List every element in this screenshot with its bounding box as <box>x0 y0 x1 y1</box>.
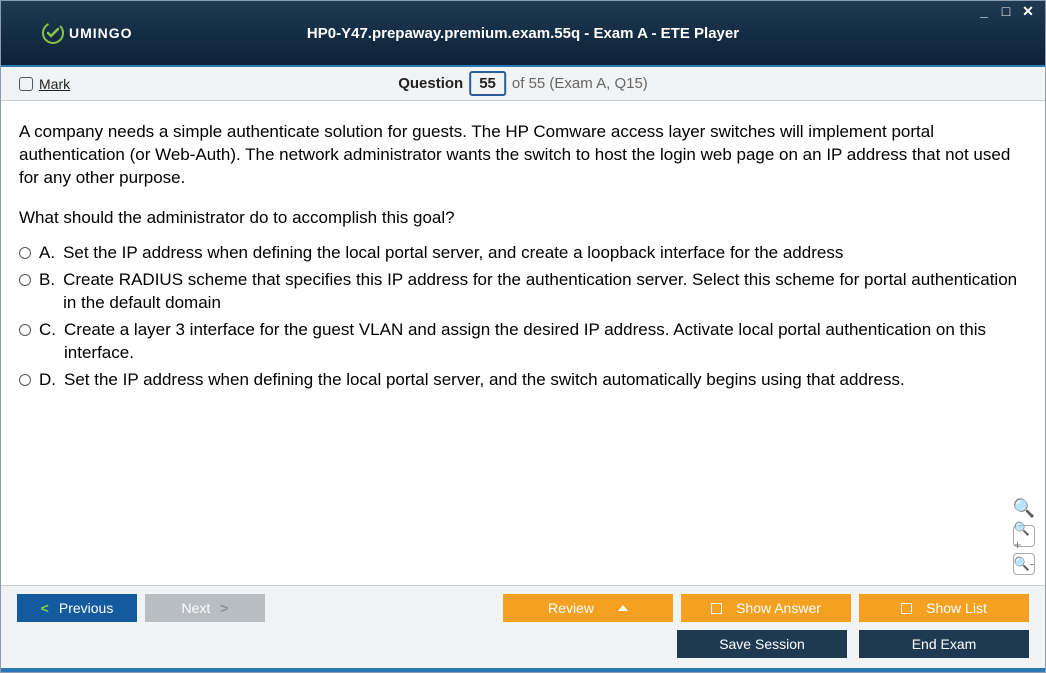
chevron-right-icon: > <box>220 600 228 616</box>
option-letter: A. <box>39 242 55 265</box>
option-text: Create RADIUS scheme that specifies this… <box>63 269 1027 315</box>
title-bar: UMINGO HP0-Y47.prepaway.premium.exam.55q… <box>1 1 1045 67</box>
option-c[interactable]: C. Create a layer 3 interface for the gu… <box>19 319 1027 365</box>
question-number[interactable]: 55 <box>469 71 506 96</box>
options-list: A. Set the IP address when defining the … <box>19 242 1027 392</box>
zoom-in-button[interactable]: 🔍+ <box>1013 525 1035 547</box>
radio-b[interactable] <box>19 274 31 286</box>
show-list-label: Show List <box>926 600 987 616</box>
option-text: Set the IP address when defining the loc… <box>63 242 843 265</box>
zoom-out-button[interactable]: 🔍- <box>1013 553 1035 575</box>
window-controls: _ □ ✕ <box>975 5 1037 19</box>
minimize-button[interactable]: _ <box>975 5 993 19</box>
question-counter: Question 55 of 55 (Exam A, Q15) <box>398 71 648 96</box>
show-answer-label: Show Answer <box>736 600 821 616</box>
previous-button[interactable]: < Previous <box>17 594 137 622</box>
option-letter: B. <box>39 269 55 292</box>
option-text: Create a layer 3 interface for the guest… <box>64 319 1027 365</box>
close-button[interactable]: ✕ <box>1019 5 1037 19</box>
app-window: UMINGO HP0-Y47.prepaway.premium.exam.55q… <box>0 0 1046 673</box>
option-letter: C. <box>39 319 56 342</box>
footer-row-1: < Previous Next > Review Show Answer Sho… <box>17 594 1029 622</box>
logo-text: UMINGO <box>69 25 133 41</box>
radio-a[interactable] <box>19 247 31 259</box>
end-exam-button[interactable]: End Exam <box>859 630 1029 658</box>
question-stem: A company needs a simple authenticate so… <box>19 121 1027 190</box>
maximize-button[interactable]: □ <box>997 5 1015 19</box>
show-list-button[interactable]: Show List <box>859 594 1029 622</box>
logo: UMINGO <box>41 21 133 45</box>
option-text: Set the IP address when defining the loc… <box>64 369 905 392</box>
review-label: Review <box>548 600 594 616</box>
option-d[interactable]: D. Set the IP address when defining the … <box>19 369 1027 392</box>
save-session-button[interactable]: Save Session <box>677 630 847 658</box>
option-a[interactable]: A. Set the IP address when defining the … <box>19 242 1027 265</box>
previous-label: Previous <box>59 600 113 616</box>
logo-icon <box>41 21 65 45</box>
bottom-accent-bar <box>1 668 1045 672</box>
mark-label[interactable]: Mark <box>39 76 70 92</box>
window-title: HP0-Y47.prepaway.premium.exam.55q - Exam… <box>307 25 739 42</box>
footer: < Previous Next > Review Show Answer Sho… <box>1 585 1045 668</box>
option-letter: D. <box>39 369 56 392</box>
next-label: Next <box>182 600 211 616</box>
save-session-label: Save Session <box>719 636 805 652</box>
question-label: Question <box>398 75 463 92</box>
chevron-left-icon: < <box>41 600 49 616</box>
radio-d[interactable] <box>19 374 31 386</box>
next-button[interactable]: Next > <box>145 594 265 622</box>
question-prompt: What should the administrator do to acco… <box>19 208 1027 228</box>
chevron-up-icon <box>618 605 628 611</box>
show-answer-button[interactable]: Show Answer <box>681 594 851 622</box>
checkbox-icon <box>711 603 722 614</box>
question-of-label: of 55 (Exam A, Q15) <box>512 75 648 92</box>
footer-row-2: Save Session End Exam <box>17 630 1029 658</box>
review-button[interactable]: Review <box>503 594 673 622</box>
end-exam-label: End Exam <box>912 636 977 652</box>
option-b[interactable]: B. Create RADIUS scheme that specifies t… <box>19 269 1027 315</box>
question-content: A company needs a simple authenticate so… <box>1 101 1045 585</box>
checkbox-icon <box>901 603 912 614</box>
mark-checkbox[interactable] <box>19 77 33 91</box>
search-icon[interactable]: 🔍 <box>1013 498 1035 519</box>
radio-c[interactable] <box>19 324 31 336</box>
toolbar: Mark Question 55 of 55 (Exam A, Q15) <box>1 67 1045 101</box>
zoom-tools: 🔍 🔍+ 🔍- <box>1013 498 1035 575</box>
